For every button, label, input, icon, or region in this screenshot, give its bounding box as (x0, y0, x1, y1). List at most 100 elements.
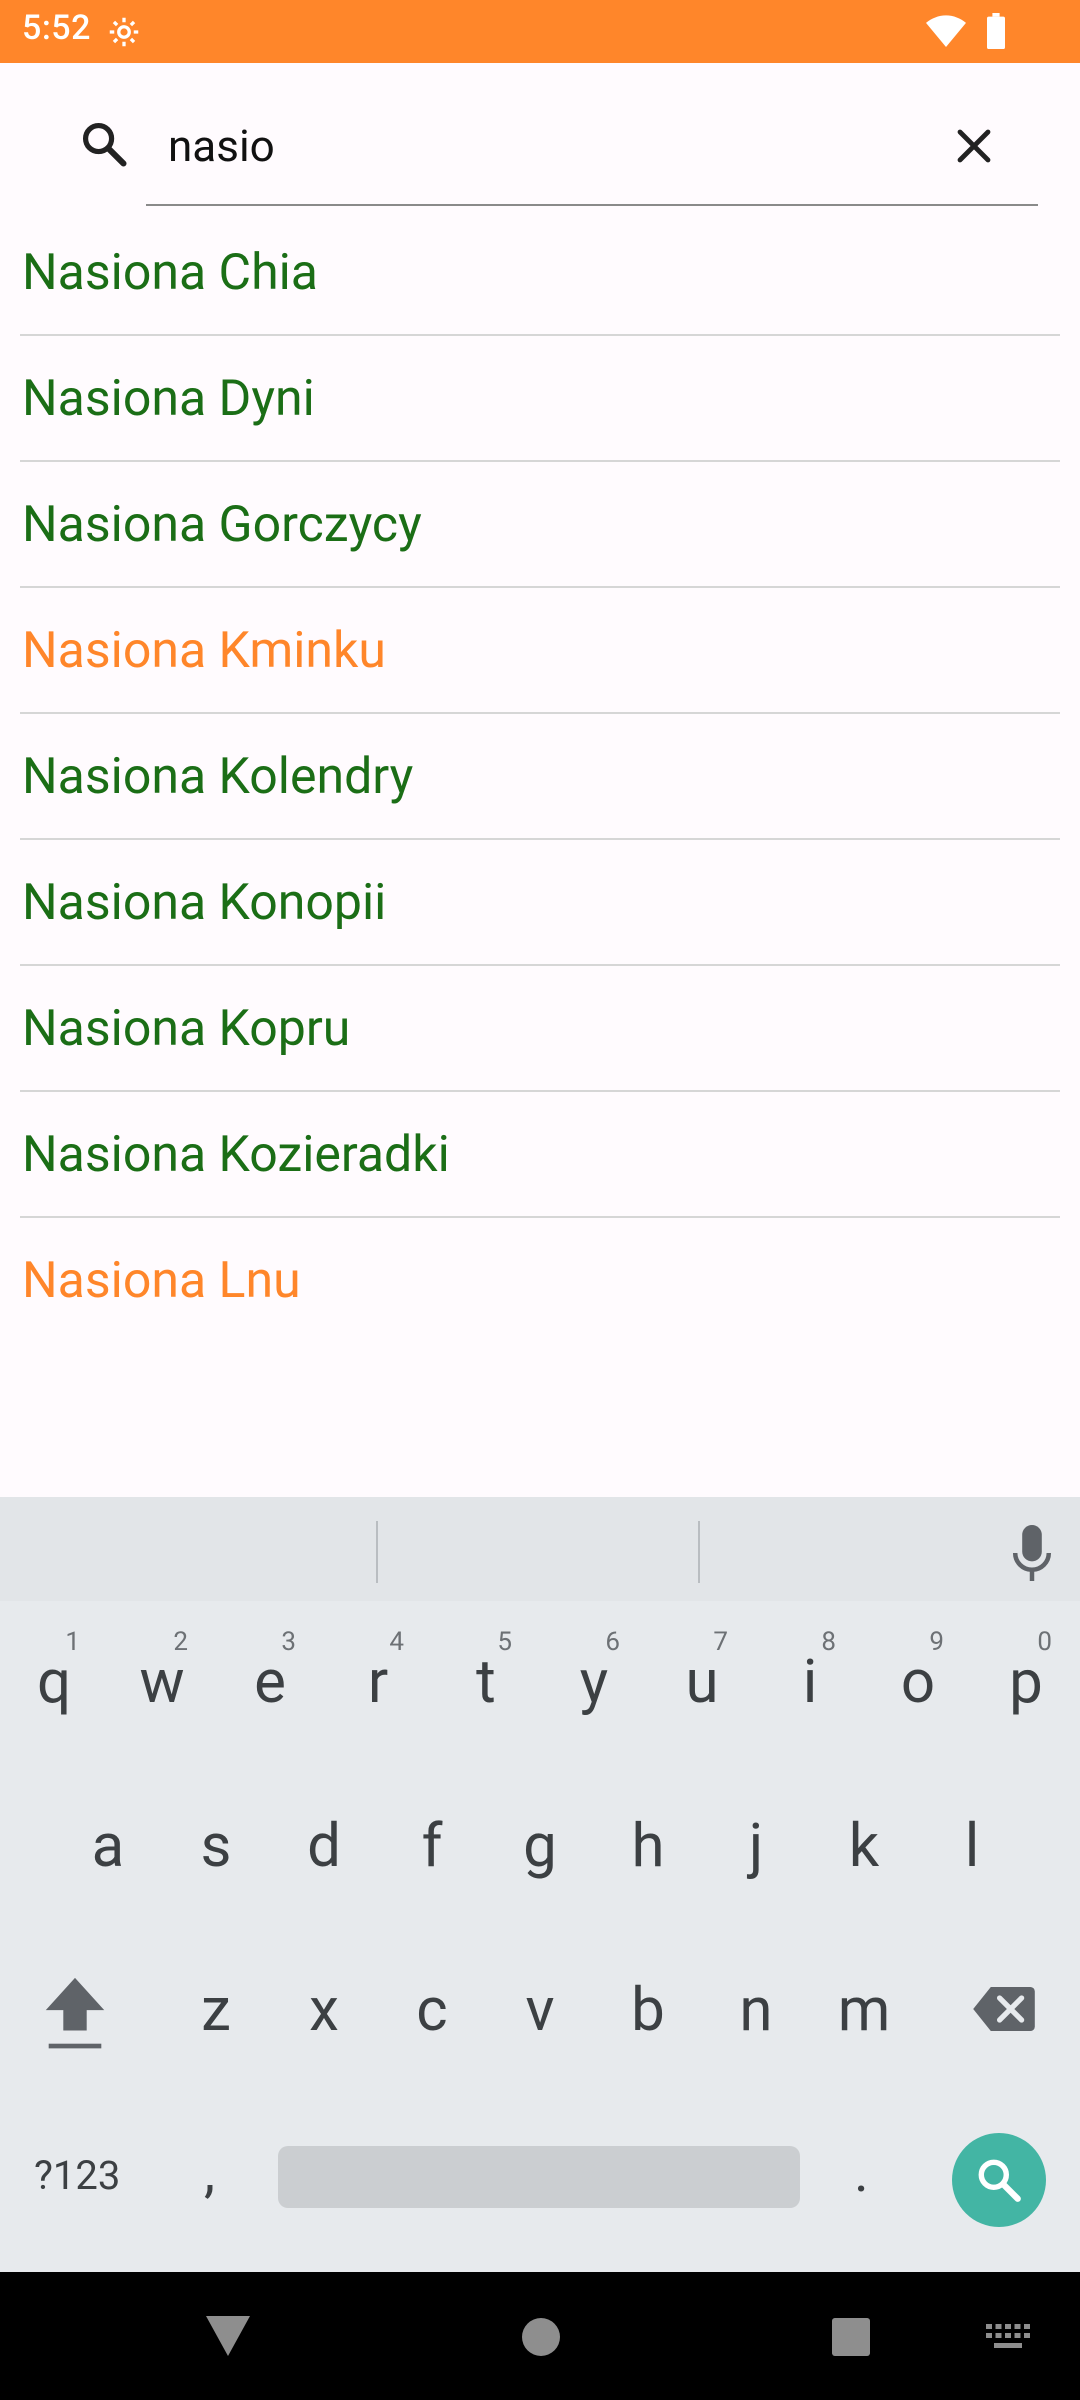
key-k[interactable]: k (810, 1771, 918, 1919)
list-item[interactable]: Nasiona Gorczycy (0, 462, 1080, 588)
key-i[interactable]: i8 (756, 1607, 864, 1755)
backspace-icon[interactable] (972, 1987, 1036, 2031)
status-time: 5:52 (22, 8, 91, 48)
home-circle-icon[interactable] (522, 2318, 560, 2356)
key-char: u (685, 1646, 719, 1717)
key-a[interactable]: a (54, 1771, 162, 1919)
key-h[interactable]: h (594, 1771, 702, 1919)
suggestion-strip (0, 1497, 1080, 1601)
list-item[interactable]: Nasiona Kolendry (0, 714, 1080, 840)
key-c[interactable]: c (378, 1935, 486, 2083)
key-r[interactable]: r4 (324, 1607, 432, 1755)
key-char: d (307, 1810, 341, 1881)
clear-search-icon[interactable] (950, 122, 998, 170)
key-v[interactable]: v (486, 1935, 594, 2083)
key-char: z (201, 1974, 231, 2045)
search-input[interactable] (146, 110, 948, 182)
search-results-list: Nasiona Chia Nasiona Dyni Nasiona Gorczy… (0, 210, 1080, 1344)
key-char: s (200, 1810, 232, 1881)
key-char: o (900, 1646, 936, 1717)
recents-square-icon[interactable] (832, 2318, 870, 2356)
search-underline (146, 204, 1038, 206)
key-number-hint: 7 (713, 1627, 728, 1657)
battery-icon (987, 13, 1005, 49)
key-char: l (964, 1810, 980, 1881)
key-number-hint: 3 (281, 1627, 296, 1657)
key-char: v (525, 1974, 555, 2045)
key-char: p (1009, 1646, 1043, 1717)
keyboard-search-button[interactable] (952, 2133, 1046, 2227)
key-char: n (739, 1974, 773, 2045)
key-char: a (91, 1810, 125, 1881)
key-char: e (254, 1646, 286, 1717)
key-char: t (476, 1646, 496, 1717)
list-item-label: Nasiona Kozieradki (22, 1126, 450, 1184)
key-char: w (139, 1646, 185, 1717)
key-l[interactable]: l (918, 1771, 1026, 1919)
key-number-hint: 6 (605, 1627, 620, 1657)
list-item-label: Nasiona Dyni (22, 370, 315, 428)
list-item[interactable]: Nasiona Kozieradki (0, 1092, 1080, 1218)
list-item[interactable]: Nasiona Chia (0, 210, 1080, 336)
key-char: y (579, 1646, 609, 1717)
key-e[interactable]: e3 (216, 1607, 324, 1755)
key-char: k (848, 1810, 880, 1881)
key-char: f (421, 1810, 443, 1881)
list-item-label: Nasiona Kopru (22, 1000, 351, 1058)
key-n[interactable]: n (702, 1935, 810, 2083)
symbols-key[interactable]: ?123 (34, 2151, 120, 2201)
keyboard-switch-icon[interactable] (986, 2324, 1030, 2352)
key-char: m (837, 1974, 891, 2045)
navigation-bar (0, 2272, 1080, 2400)
list-item-label: Nasiona Chia (22, 244, 318, 302)
status-bar: 5:52 (0, 0, 1080, 63)
key-b[interactable]: b (594, 1935, 702, 2083)
list-item-label: Nasiona Lnu (22, 1252, 301, 1310)
key-char: r (367, 1646, 389, 1717)
key-m[interactable]: m (810, 1935, 918, 2083)
shift-key-icon[interactable] (42, 1975, 108, 2051)
suggestion-divider (376, 1521, 378, 1583)
back-triangle-icon[interactable] (206, 2316, 250, 2356)
key-u[interactable]: u7 (648, 1607, 756, 1755)
list-item[interactable]: Nasiona Kminku (0, 588, 1080, 714)
key-char: j (748, 1810, 764, 1881)
list-item[interactable]: Nasiona Lnu (0, 1218, 1080, 1344)
suggestion-divider (698, 1521, 700, 1583)
key-char: x (309, 1974, 339, 2045)
key-s[interactable]: s (162, 1771, 270, 1919)
period-key[interactable]: . (854, 2137, 869, 2207)
list-item-label: Nasiona Kolendry (22, 748, 414, 806)
key-number-hint: 1 (65, 1627, 80, 1657)
key-o[interactable]: o9 (864, 1607, 972, 1755)
list-item[interactable]: Nasiona Konopii (0, 840, 1080, 966)
key-w[interactable]: w2 (108, 1607, 216, 1755)
key-x[interactable]: x (270, 1935, 378, 2083)
search-icon (978, 2159, 1021, 2202)
key-char: q (36, 1646, 72, 1717)
key-d[interactable]: d (270, 1771, 378, 1919)
list-item-label: Nasiona Gorczycy (22, 496, 422, 554)
list-item[interactable]: Nasiona Kopru (0, 966, 1080, 1092)
key-char: h (631, 1810, 665, 1881)
wifi-icon (926, 15, 966, 48)
key-p[interactable]: p0 (972, 1607, 1080, 1755)
key-char: b (631, 1974, 665, 2045)
list-item[interactable]: Nasiona Dyni (0, 336, 1080, 462)
key-number-hint: 4 (389, 1627, 404, 1657)
key-y[interactable]: y6 (540, 1607, 648, 1755)
key-q[interactable]: q1 (0, 1607, 108, 1755)
list-item-label: Nasiona Kminku (22, 622, 386, 680)
comma-key[interactable]: , (204, 2137, 215, 2207)
key-number-hint: 0 (1037, 1627, 1052, 1657)
settings-gear-icon (109, 17, 139, 47)
microphone-icon[interactable] (1010, 1525, 1054, 1581)
key-f[interactable]: f (378, 1771, 486, 1919)
key-z[interactable]: z (162, 1935, 270, 2083)
key-char: g (523, 1810, 557, 1881)
key-t[interactable]: t5 (432, 1607, 540, 1755)
space-bar[interactable] (278, 2146, 800, 2208)
key-g[interactable]: g (486, 1771, 594, 1919)
key-j[interactable]: j (702, 1771, 810, 1919)
key-number-hint: 9 (929, 1627, 944, 1657)
